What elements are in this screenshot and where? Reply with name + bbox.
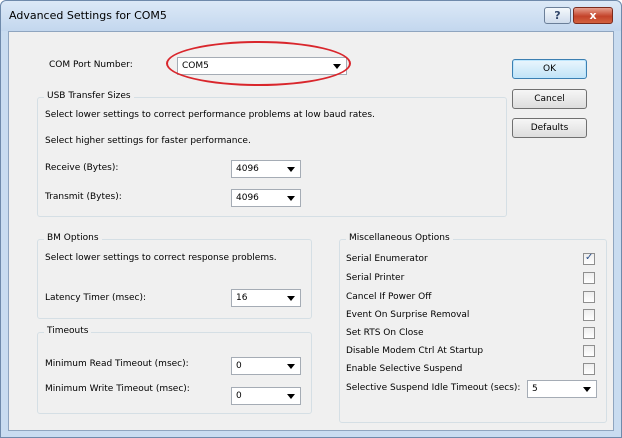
usb-transfer-title: USB Transfer Sizes (44, 91, 134, 101)
chevron-down-icon (287, 167, 295, 172)
set-rts-label: Set RTS On Close (346, 328, 424, 338)
disable-modem-label: Disable Modem Ctrl At Startup (346, 346, 484, 356)
write-timeout-label: Minimum Write Timeout (msec): (45, 384, 190, 394)
window-title: Advanced Settings for COM5 (9, 9, 167, 22)
bm-desc: Select lower settings to correct respons… (45, 253, 277, 263)
event-surprise-removal-checkbox[interactable] (583, 309, 595, 321)
ok-label: OK (543, 64, 556, 74)
suspend-timeout-label: Selective Suspend Idle Timeout (secs): (346, 383, 521, 393)
cancel-power-off-checkbox[interactable] (583, 291, 595, 303)
checkmark-icon: ✓ (585, 252, 594, 263)
read-timeout-value: 0 (236, 361, 242, 371)
chevron-down-icon (287, 296, 295, 301)
usb-desc-lower: Select lower settings to correct perform… (45, 110, 375, 120)
transmit-select[interactable]: 4096 (231, 189, 301, 207)
read-timeout-label: Minimum Read Timeout (msec): (45, 359, 189, 369)
usb-desc-higher: Select higher settings for faster perfor… (45, 136, 251, 146)
chevron-down-icon (583, 387, 591, 392)
receive-select[interactable]: 4096 (231, 160, 301, 178)
receive-value: 4096 (236, 164, 259, 174)
misc-options-title: Miscellaneous Options (346, 233, 453, 243)
serial-enumerator-checkbox[interactable]: ✓ (583, 252, 595, 265)
latency-label: Latency Timer (msec): (45, 293, 147, 303)
ok-button[interactable]: OK (512, 59, 587, 79)
highlight-ellipse (166, 41, 351, 86)
disable-modem-checkbox[interactable] (583, 345, 595, 357)
title-bar: Advanced Settings for COM5 ? x (1, 1, 621, 31)
help-button[interactable]: ? (544, 7, 571, 24)
defaults-button[interactable]: Defaults (512, 118, 587, 138)
serial-enumerator-label: Serial Enumerator (346, 254, 428, 264)
chevron-down-icon (287, 364, 295, 369)
com-port-label: COM Port Number: (49, 60, 133, 70)
bm-options-title: BM Options (44, 233, 102, 243)
selective-suspend-checkbox[interactable] (583, 363, 595, 375)
cancel-button[interactable]: Cancel (512, 89, 587, 109)
cancel-power-off-label: Cancel If Power Off (346, 292, 432, 302)
transmit-value: 4096 (236, 193, 259, 203)
receive-label: Receive (Bytes): (45, 163, 119, 173)
close-button[interactable]: x (573, 7, 613, 24)
suspend-timeout-value: 5 (532, 384, 538, 394)
cancel-label: Cancel (534, 94, 565, 104)
chevron-down-icon (287, 394, 295, 399)
serial-printer-label: Serial Printer (346, 273, 405, 283)
suspend-timeout-select[interactable]: 5 (527, 380, 597, 398)
dialog-content: COM Port Number: COM5 OK Cancel Defaults… (8, 31, 614, 431)
event-surprise-removal-label: Event On Surprise Removal (346, 310, 470, 320)
write-timeout-select[interactable]: 0 (231, 387, 301, 405)
bm-options-group: BM Options (37, 233, 312, 319)
set-rts-checkbox[interactable] (583, 327, 595, 339)
defaults-label: Defaults (530, 123, 569, 133)
write-timeout-value: 0 (236, 391, 242, 401)
read-timeout-select[interactable]: 0 (231, 357, 301, 375)
timeouts-title: Timeouts (44, 326, 92, 336)
close-icon: x (589, 9, 597, 22)
latency-select[interactable]: 16 (231, 289, 301, 307)
latency-value: 16 (236, 293, 248, 303)
chevron-down-icon (287, 196, 295, 201)
serial-printer-checkbox[interactable] (583, 272, 595, 284)
selective-suspend-label: Enable Selective Suspend (346, 364, 463, 374)
help-icon: ? (554, 9, 561, 22)
dialog-window: Advanced Settings for COM5 ? x COM Port … (0, 0, 622, 438)
transmit-label: Transmit (Bytes): (45, 192, 122, 202)
